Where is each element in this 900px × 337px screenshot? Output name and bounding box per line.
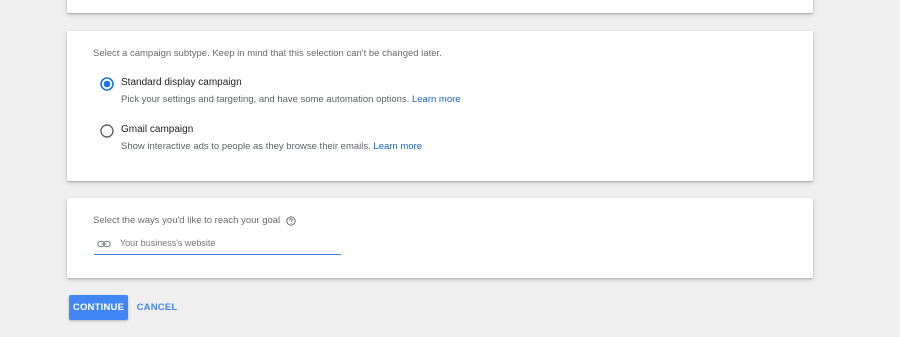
subtype-option-standard-display[interactable]: Standard display campaign Pick your sett… (100, 75, 800, 109)
continue-button[interactable]: CONTINUE (69, 295, 128, 320)
subtype-option-gmail[interactable]: Gmail campaign Show interactive ads to p… (100, 122, 800, 156)
standard-display-description-text: Pick your settings and targeting, and ha… (121, 94, 410, 105)
radio-unselected-icon[interactable] (100, 124, 114, 138)
gmail-campaign-title: Gmail campaign (121, 124, 194, 135)
help-circle-icon[interactable] (286, 215, 296, 226)
reach-goal-card: Select the ways you'd like to reach your… (67, 198, 813, 278)
previous-section-card (67, 0, 813, 13)
business-website-input[interactable] (120, 235, 335, 251)
gmail-campaign-learn-more-link[interactable]: Learn more (373, 141, 422, 152)
campaign-subtype-prompt: Select a campaign subtype. Keep in mind … (93, 48, 442, 59)
campaign-subtype-card: Select a campaign subtype. Keep in mind … (67, 31, 813, 181)
gmail-campaign-description-text: Show interactive ads to people as they b… (121, 141, 371, 152)
link-icon (97, 240, 111, 248)
standard-display-learn-more-link[interactable]: Learn more (412, 94, 461, 105)
business-website-field[interactable] (94, 234, 341, 255)
radio-selected-icon[interactable] (100, 77, 114, 91)
reach-goal-prompt-text: Select the ways you'd like to reach your… (93, 215, 281, 226)
standard-display-description: Pick your settings and targeting, and ha… (121, 94, 461, 105)
standard-display-title: Standard display campaign (121, 77, 242, 88)
cancel-button[interactable]: CANCEL (133, 295, 181, 320)
gmail-campaign-description: Show interactive ads to people as they b… (121, 141, 422, 152)
reach-goal-prompt: Select the ways you'd like to reach your… (93, 215, 296, 226)
